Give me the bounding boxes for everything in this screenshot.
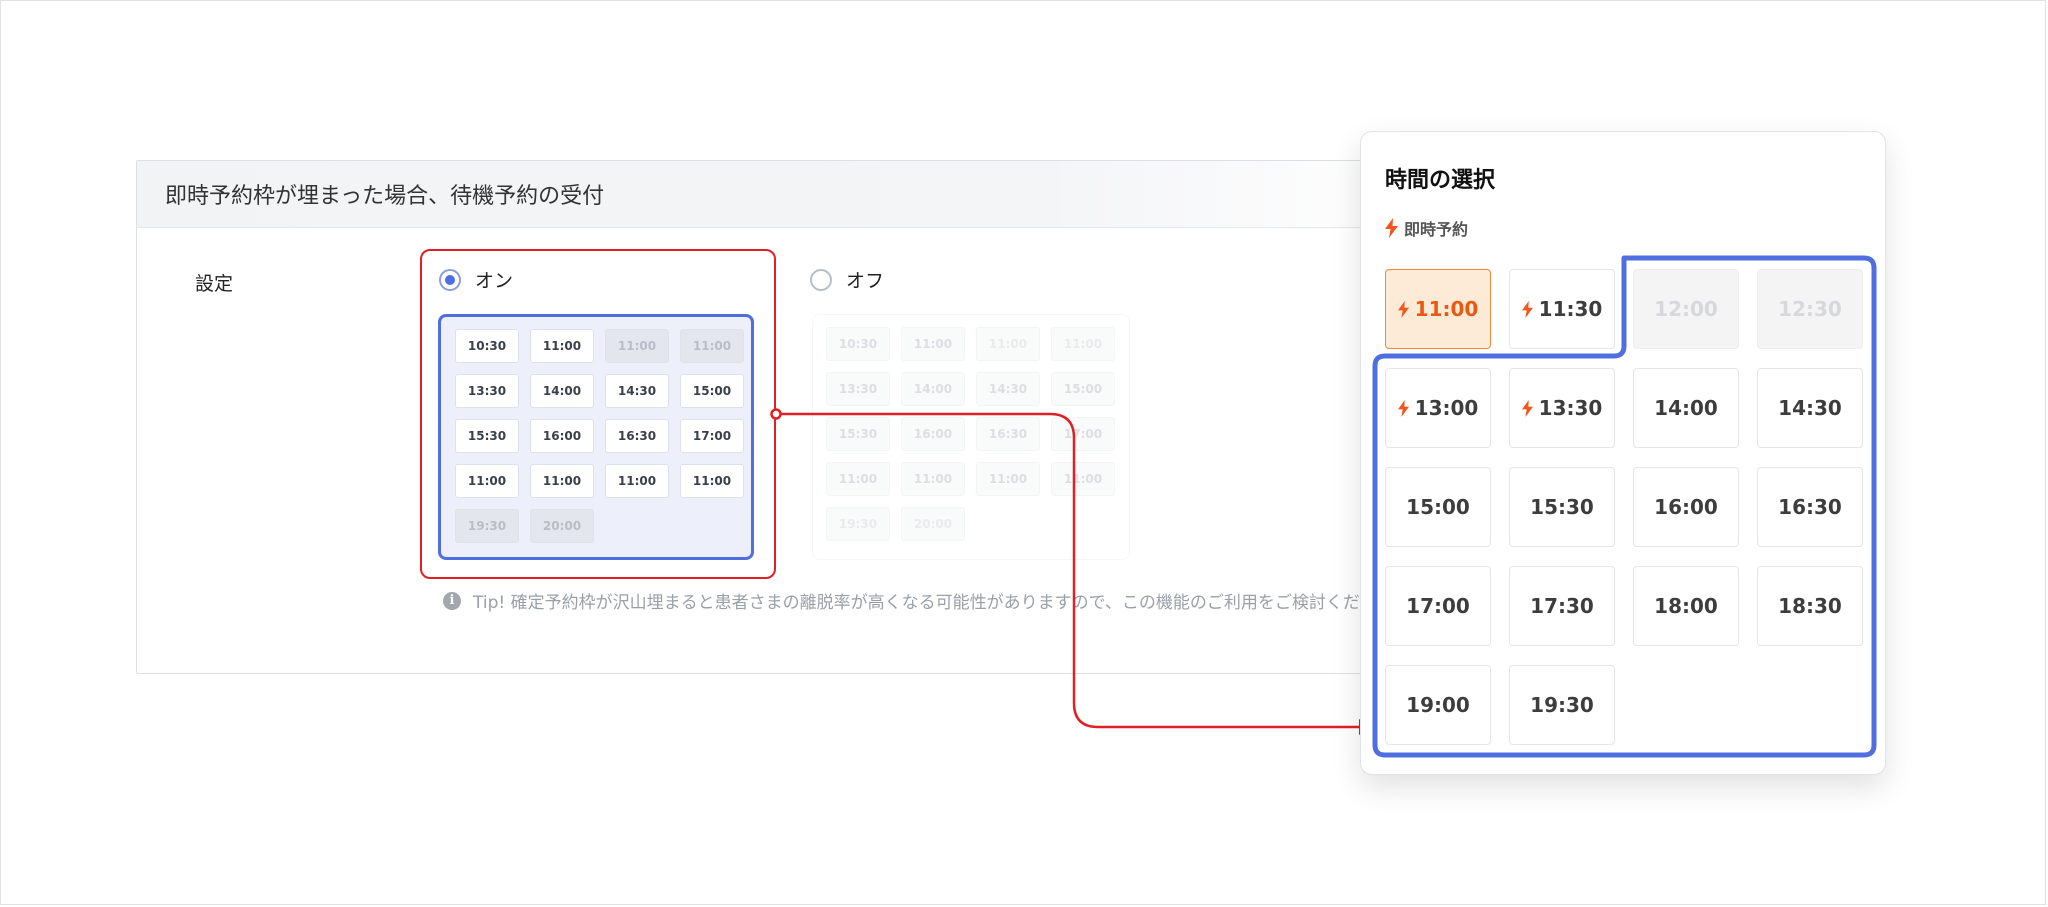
instant-booking-legend: 即時予約 (1385, 216, 1468, 240)
instant-booking-label: 即時予約 (1404, 220, 1469, 239)
waitlist-slots-outline (1372, 255, 1877, 758)
lightning-icon (1385, 218, 1398, 238)
popup-title: 時間の選択 (1385, 168, 1496, 193)
